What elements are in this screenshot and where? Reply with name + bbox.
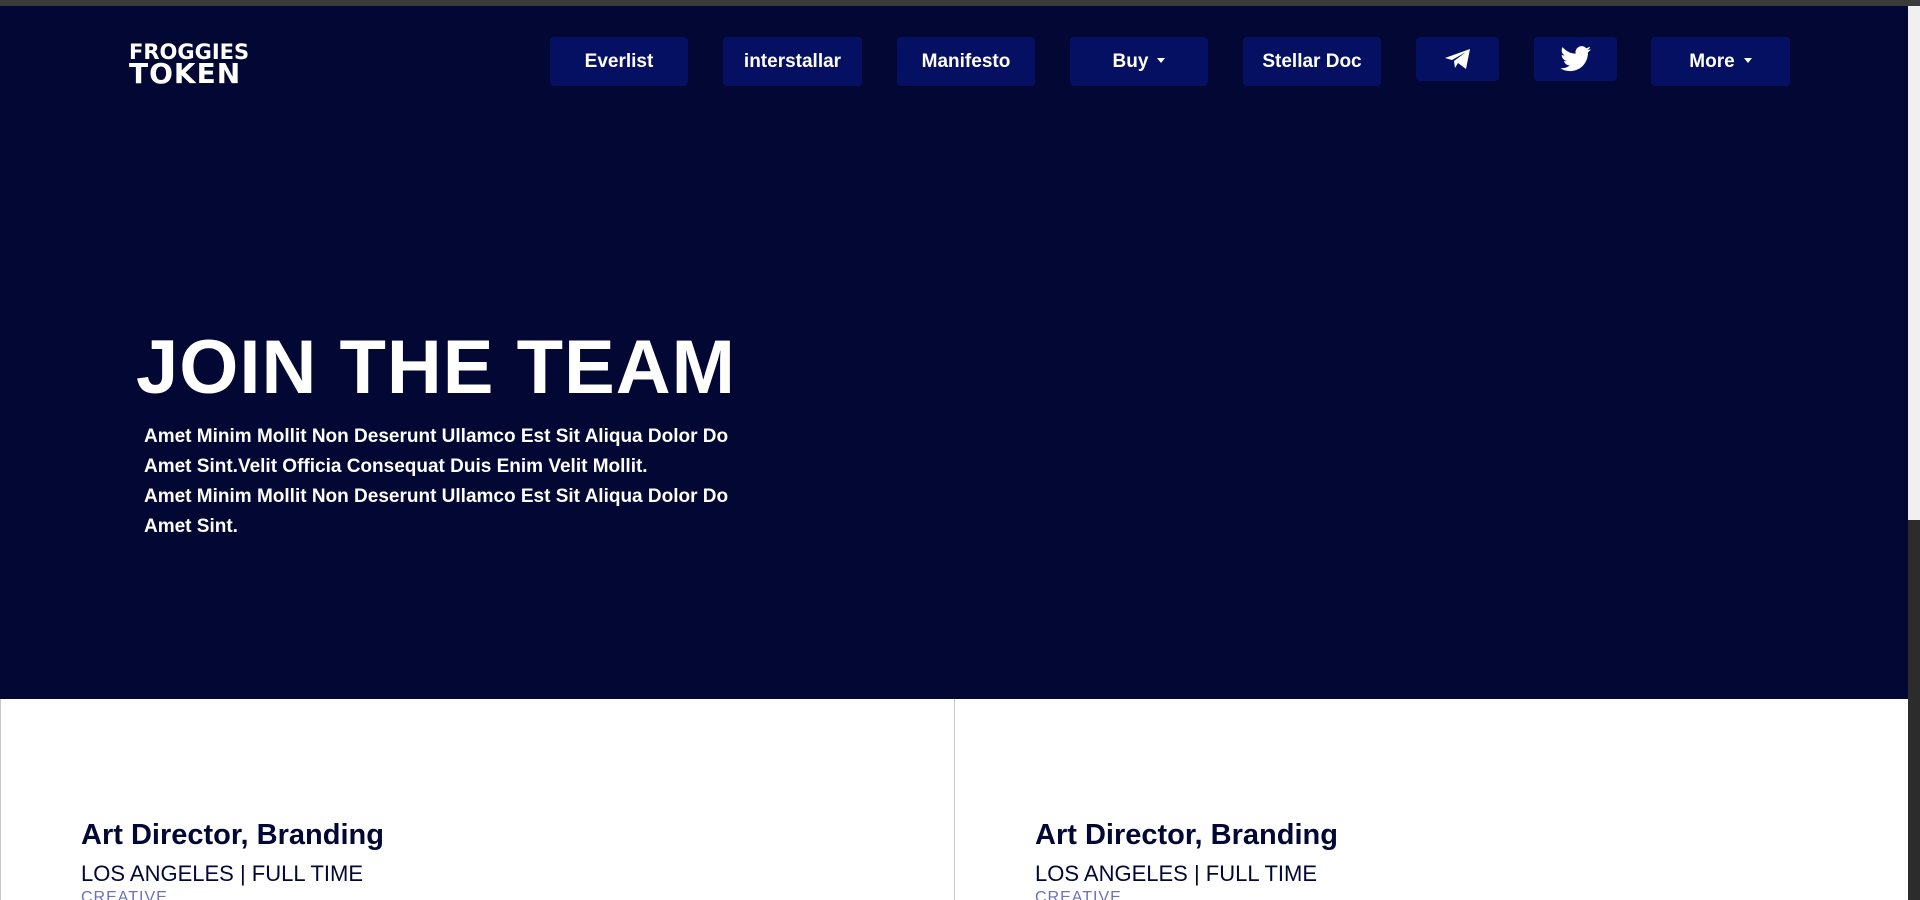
- nav-stellar-doc-button[interactable]: Stellar Doc: [1243, 37, 1381, 86]
- nav-buy-label: Buy: [1112, 50, 1149, 72]
- job-category: CREATIVE: [1035, 889, 1122, 900]
- nav-stellar-doc-label: Stellar Doc: [1262, 50, 1362, 72]
- job-location-type: LOS ANGELES | FULL TIME: [1035, 861, 1318, 886]
- nav-interstallar-label: interstallar: [743, 50, 842, 72]
- twitter-icon: [1559, 46, 1591, 72]
- scrollbar-thumb[interactable]: [1908, 520, 1920, 900]
- nav-manifesto-label: Manifesto: [921, 50, 1011, 72]
- page: FROGGIES TOKEN Everlist interstallar Man…: [0, 6, 1908, 900]
- hero-description: Amet Minim Mollit Non Deserunt Ullamco E…: [144, 422, 764, 542]
- job-category: CREATIVE: [81, 889, 168, 900]
- telegram-button[interactable]: [1416, 37, 1499, 81]
- nav-buy-dropdown[interactable]: Buy: [1070, 37, 1208, 86]
- nav-more-label: More: [1689, 50, 1735, 72]
- hero-paragraph-1: Amet Minim Mollit Non Deserunt Ullamco E…: [144, 426, 729, 477]
- nav-everlist-button[interactable]: Everlist: [550, 37, 688, 86]
- jobs-section: Art Director, Branding LOS ANGELES | FUL…: [0, 699, 1908, 900]
- job-card[interactable]: Art Director, Branding LOS ANGELES | FUL…: [0, 699, 954, 900]
- job-title[interactable]: Art Director, Branding: [81, 819, 384, 852]
- nav-manifesto-button[interactable]: Manifesto: [897, 37, 1035, 86]
- job-card[interactable]: Art Director, Branding LOS ANGELES | FUL…: [954, 699, 1908, 900]
- nav-more-dropdown[interactable]: More: [1651, 37, 1790, 86]
- hero-paragraph-2: Amet Minim Mollit Non Deserunt Ullamco E…: [144, 486, 729, 537]
- hero-section: FROGGIES TOKEN Everlist interstallar Man…: [0, 6, 1908, 699]
- logo-line-2: TOKEN: [129, 57, 242, 90]
- job-location-type: LOS ANGELES | FULL TIME: [81, 861, 364, 886]
- nav-everlist-label: Everlist: [584, 50, 654, 72]
- hero-title: JOIN THE TEAM: [136, 325, 736, 410]
- caret-down-icon: [1157, 57, 1166, 63]
- telegram-icon: [1444, 49, 1470, 69]
- froggies-token-logo[interactable]: FROGGIES TOKEN: [129, 42, 249, 88]
- caret-down-icon: [1743, 57, 1752, 63]
- nav-interstallar-button[interactable]: interstallar: [723, 37, 862, 86]
- twitter-button[interactable]: [1534, 37, 1617, 81]
- job-title[interactable]: Art Director, Branding: [1035, 819, 1338, 852]
